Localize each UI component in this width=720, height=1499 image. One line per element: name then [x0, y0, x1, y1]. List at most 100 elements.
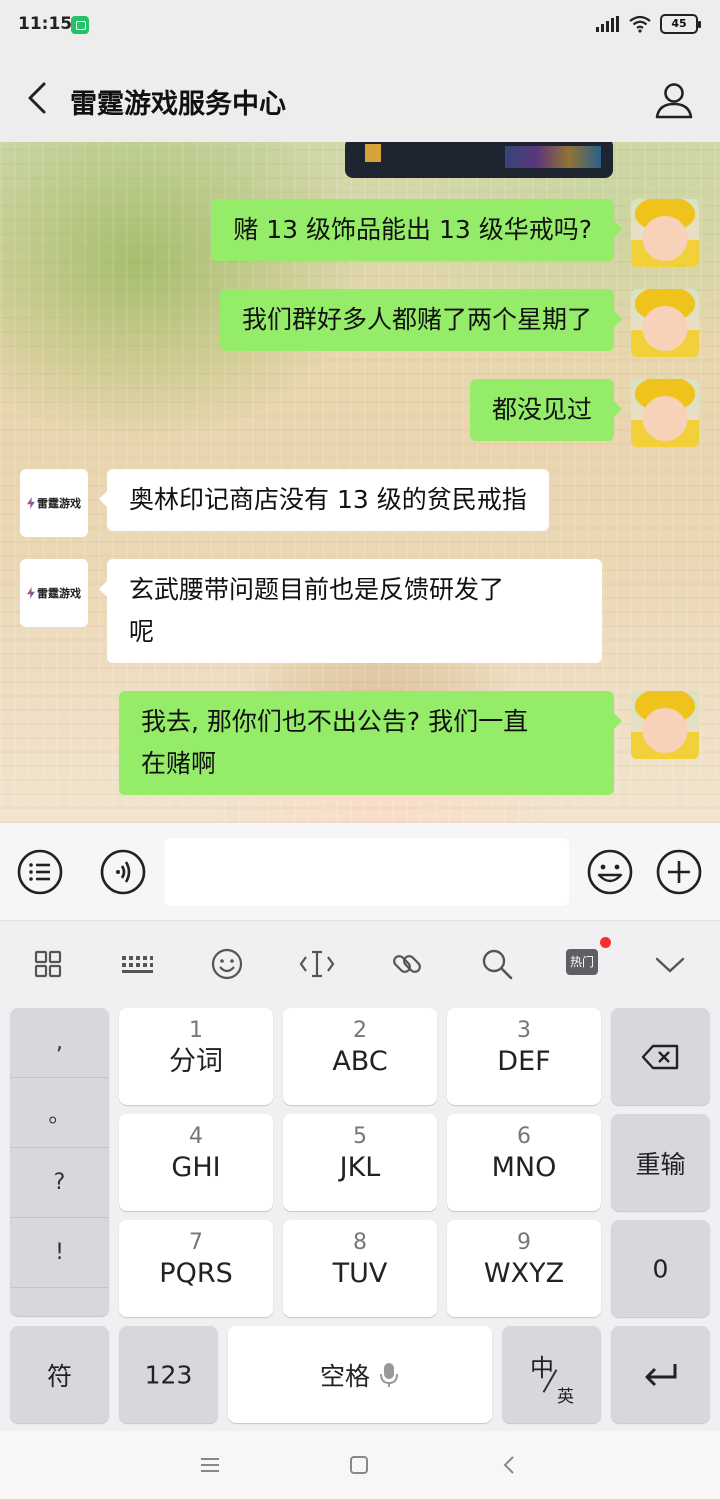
message-text-line: 我去, 那你们也不出公告? 我们一直 — [141, 707, 529, 736]
service-avatar[interactable]: 雷霆游戏 — [20, 559, 88, 627]
key-number: 6 — [517, 1124, 531, 1149]
chat-message-outgoing[interactable]: 我们群好多人都赌了两个星期了 — [219, 289, 623, 351]
user-avatar[interactable] — [631, 379, 699, 447]
menu-list-icon[interactable] — [17, 849, 63, 895]
punct-period-key[interactable]: 。 — [10, 1078, 109, 1148]
message-text-line: 玄武腰带问题目前也是反馈研发了 — [129, 575, 505, 604]
key-number: 7 — [189, 1230, 203, 1255]
message-text: 奥林印记商店没有 13 级的贫民戒指 — [129, 485, 527, 514]
key-label: PQRS — [159, 1258, 233, 1289]
chat-area[interactable]: 赌 13 级饰品能出 13 级华戒吗? 我们群好多人都赌了两个星期了 都没见过 … — [0, 142, 720, 823]
chat-message-incoming[interactable]: 玄武腰带问题目前也是反馈研发了 呢 — [99, 559, 602, 663]
status-indicators: 45 — [596, 14, 701, 34]
key-label: JKL — [339, 1152, 381, 1183]
hot-label: 热门 — [569, 955, 594, 969]
collapse-keyboard-icon[interactable] — [651, 945, 689, 983]
key-3[interactable]: 3 DEF — [447, 1008, 601, 1105]
key-4[interactable]: 4 GHI — [119, 1114, 273, 1211]
reenter-key[interactable]: 重输 — [611, 1114, 710, 1211]
key-number: 5 — [353, 1124, 367, 1149]
microphone-icon — [380, 1362, 398, 1387]
message-text: 都没见过 — [491, 395, 592, 424]
home-nav-icon[interactable] — [347, 1453, 371, 1477]
message-text: 赌 13 级饰品能出 13 级华戒吗? — [233, 215, 592, 244]
punct-comma-key[interactable]: , — [10, 1008, 109, 1078]
profile-icon[interactable] — [654, 80, 694, 120]
notification-dot — [600, 937, 611, 948]
message-input[interactable] — [165, 838, 569, 906]
key-1[interactable]: 1 分词 — [119, 1008, 273, 1105]
space-key[interactable]: 空格 — [228, 1326, 492, 1423]
key-2[interactable]: 2 ABC — [283, 1008, 437, 1105]
bolt-icon — [27, 587, 35, 599]
link-icon[interactable] — [388, 945, 426, 983]
battery-icon: 45 — [660, 14, 701, 34]
voice-icon[interactable] — [100, 849, 146, 895]
symbol-key[interactable]: 符 — [10, 1326, 109, 1423]
punctuation-list[interactable]: , 。 ? ! — [10, 1008, 109, 1316]
service-avatar[interactable]: 雷霆游戏 — [20, 469, 88, 537]
key-number: 4 — [189, 1124, 203, 1149]
key-0[interactable]: 0 — [611, 1220, 710, 1317]
chat-message-outgoing[interactable]: 都没见过 — [469, 379, 623, 441]
key-8[interactable]: 8 TUV — [283, 1220, 437, 1317]
status-time: 11:15 — [18, 14, 73, 34]
cursor-icon[interactable] — [298, 945, 336, 983]
key-label: 123 — [144, 1360, 193, 1389]
chat-title: 雷霆游戏服务中心 — [70, 89, 286, 120]
punct-exclaim-key[interactable]: ! — [10, 1218, 109, 1288]
key-label: DEF — [497, 1046, 551, 1077]
backspace-key[interactable] — [611, 1008, 710, 1105]
key-9[interactable]: 9 WXYZ — [447, 1220, 601, 1317]
back-nav-icon[interactable] — [498, 1453, 522, 1477]
chat-header: 雷霆游戏服务中心 — [0, 52, 720, 142]
key-7[interactable]: 7 PQRS — [119, 1220, 273, 1317]
space-label-group: 空格 — [228, 1357, 492, 1393]
key-label: ABC — [332, 1046, 388, 1077]
bolt-icon — [27, 497, 35, 509]
user-avatar[interactable] — [631, 691, 699, 759]
key-label: 空格 — [319, 1361, 370, 1391]
game-screenshot-message[interactable] — [345, 142, 613, 178]
search-icon[interactable] — [478, 945, 516, 983]
keyboard-layout-icon[interactable] — [118, 945, 156, 983]
keyboard-toolbar: 热门 — [0, 921, 720, 1005]
key-label: 重输 — [635, 1149, 686, 1179]
chat-message-incoming[interactable]: 奥林印记商店没有 13 级的贫民戒指 — [99, 469, 549, 531]
message-text: 我们群好多人都赌了两个星期了 — [241, 305, 592, 334]
numbers-key[interactable]: 123 — [119, 1326, 218, 1423]
message-text-line: 呢 — [129, 617, 155, 646]
logo-text: 雷霆游戏 — [37, 587, 81, 600]
key-6[interactable]: 6 MNO — [447, 1114, 601, 1211]
backspace-icon — [641, 1044, 678, 1070]
chat-message-outgoing[interactable]: 我去, 那你们也不出公告? 我们一直 在赌啊 — [119, 691, 622, 795]
language-toggle-key[interactable]: 中 英 — [502, 1326, 601, 1423]
key-number: 3 — [517, 1018, 531, 1043]
enter-key[interactable] — [611, 1326, 710, 1423]
logo-text: 雷霆游戏 — [37, 497, 81, 510]
key-label: 0 — [652, 1254, 669, 1283]
user-avatar[interactable] — [631, 289, 699, 357]
key-label: TUV — [332, 1258, 388, 1289]
key-number: 2 — [353, 1018, 367, 1043]
keyboard: 热门 , 。 ? ! 1 分词 2 ABC 3 DEF 4 GHI 5 JKL … — [0, 921, 720, 1431]
punct-question-key[interactable]: ? — [10, 1148, 109, 1218]
wifi-icon — [629, 15, 651, 33]
emoji-icon[interactable] — [587, 849, 633, 895]
user-avatar[interactable] — [631, 199, 699, 267]
plus-icon[interactable] — [656, 849, 702, 895]
chat-message-outgoing[interactable]: 赌 13 级饰品能出 13 级华戒吗? — [211, 199, 622, 261]
message-text-line: 在赌啊 — [141, 749, 217, 778]
back-arrow-icon[interactable] — [20, 76, 60, 120]
lang-sub-label: 英 — [557, 1387, 574, 1407]
emoji-keyboard-icon[interactable] — [208, 945, 246, 983]
grid-menu-icon[interactable] — [29, 945, 67, 983]
key-5[interactable]: 5 JKL — [283, 1114, 437, 1211]
menu-nav-icon[interactable] — [198, 1453, 222, 1477]
key-number: 9 — [517, 1230, 531, 1255]
app-notification-icon — [71, 16, 89, 34]
hot-topics-icon[interactable]: 热门 — [566, 949, 598, 975]
input-bar — [0, 823, 720, 921]
key-label: 符 — [46, 1361, 72, 1391]
key-label: 分词 — [169, 1046, 223, 1077]
